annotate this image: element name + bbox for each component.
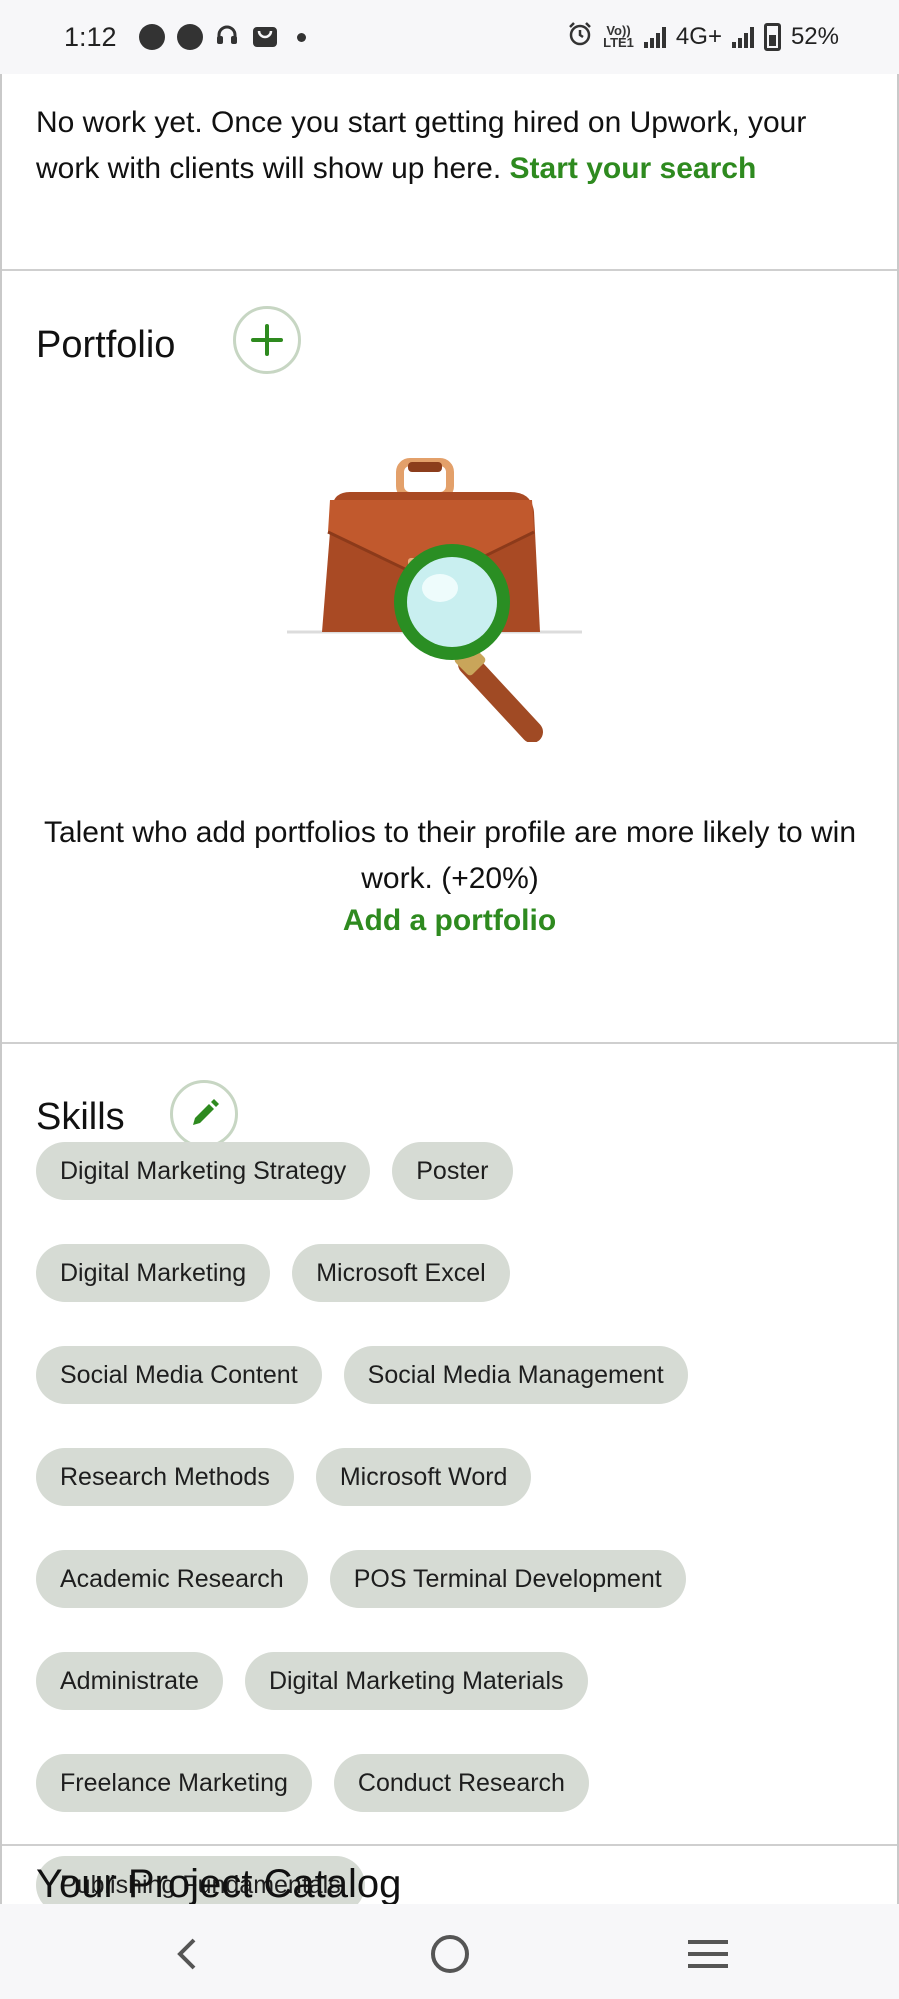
back-icon [177, 1938, 196, 1970]
portfolio-section: Portfolio Talent who add portfolios to t… [2, 272, 897, 1044]
network-type: 4G+ [675, 23, 722, 50]
volte-bottom: LTE1 [603, 35, 634, 50]
messenger-icon [138, 24, 165, 50]
status-time: 1:12 [64, 21, 117, 52]
skill-chip: Academic Research [36, 1550, 308, 1608]
briefcase-magnifier-illustration [287, 458, 582, 742]
skills-section: Skills Digital Marketing Strategy Poster D… [2, 1046, 897, 1904]
recents-button[interactable] [678, 1924, 738, 1984]
skill-chip: Freelance Marketing [36, 1754, 312, 1812]
speedometer-icon [176, 24, 203, 50]
headphones-icon [215, 23, 239, 52]
skill-chips: Digital Marketing Strategy Poster Digital … [36, 1142, 856, 1904]
skill-chip: Administrate [36, 1652, 223, 1710]
plus-icon [251, 324, 283, 356]
portfolio-title: Portfolio [36, 324, 176, 366]
skill-chip: Social Media Content [36, 1346, 322, 1404]
skill-chip: Digital Marketing Materials [244, 1652, 588, 1710]
signal-icon [643, 26, 666, 48]
battery-percent: 52% [790, 23, 839, 50]
skill-chip: Digital Marketing Strategy [36, 1142, 371, 1200]
battery-icon [763, 23, 781, 51]
profile-content[interactable]: No work yet. Once you start getting hire… [0, 74, 899, 1904]
alarm-icon [567, 21, 593, 54]
status-bar: 1:12 Vo)) LTE1 4G+ 52% [0, 0, 899, 74]
edit-skills-button[interactable] [170, 1080, 238, 1148]
signal-2-icon [731, 26, 754, 48]
skill-chip: Social Media Management [343, 1346, 688, 1404]
notification-icons [138, 21, 306, 54]
work-history-section: No work yet. Once you start getting hire… [2, 74, 897, 271]
work-empty-message: No work yet. Once you start getting hire… [36, 100, 836, 192]
skill-chip: Microsoft Word [315, 1448, 532, 1506]
skill-chip: Digital Marketing [36, 1244, 271, 1302]
project-catalog-title: Your Project Catalog [36, 1862, 402, 1904]
menu-icon [688, 1940, 728, 1968]
start-search-link[interactable]: Start your search [510, 152, 757, 185]
skills-title: Skills [36, 1096, 125, 1138]
portfolio-description: Talent who add portfolios to their profi… [43, 816, 857, 895]
skill-chip: POS Terminal Development [329, 1550, 686, 1608]
home-button[interactable] [420, 1924, 480, 1984]
navigation-bar [0, 1904, 899, 1999]
volte-icon: Vo)) LTE1 [603, 24, 634, 50]
skill-chip: Microsoft Excel [292, 1244, 510, 1302]
skill-chip: Research Methods [36, 1448, 294, 1506]
skill-chip: Conduct Research [333, 1754, 589, 1812]
dot-icon [296, 32, 306, 42]
back-button[interactable] [158, 1924, 218, 1984]
status-right: Vo)) LTE1 4G+ 52% [567, 21, 839, 54]
home-icon [431, 1935, 469, 1973]
shopping-bag-icon [251, 21, 279, 54]
add-portfolio-button[interactable] [233, 306, 301, 374]
skill-chip: Poster [392, 1142, 513, 1200]
add-portfolio-link[interactable]: Add a portfolio [2, 904, 897, 938]
pencil-icon [193, 1099, 219, 1125]
